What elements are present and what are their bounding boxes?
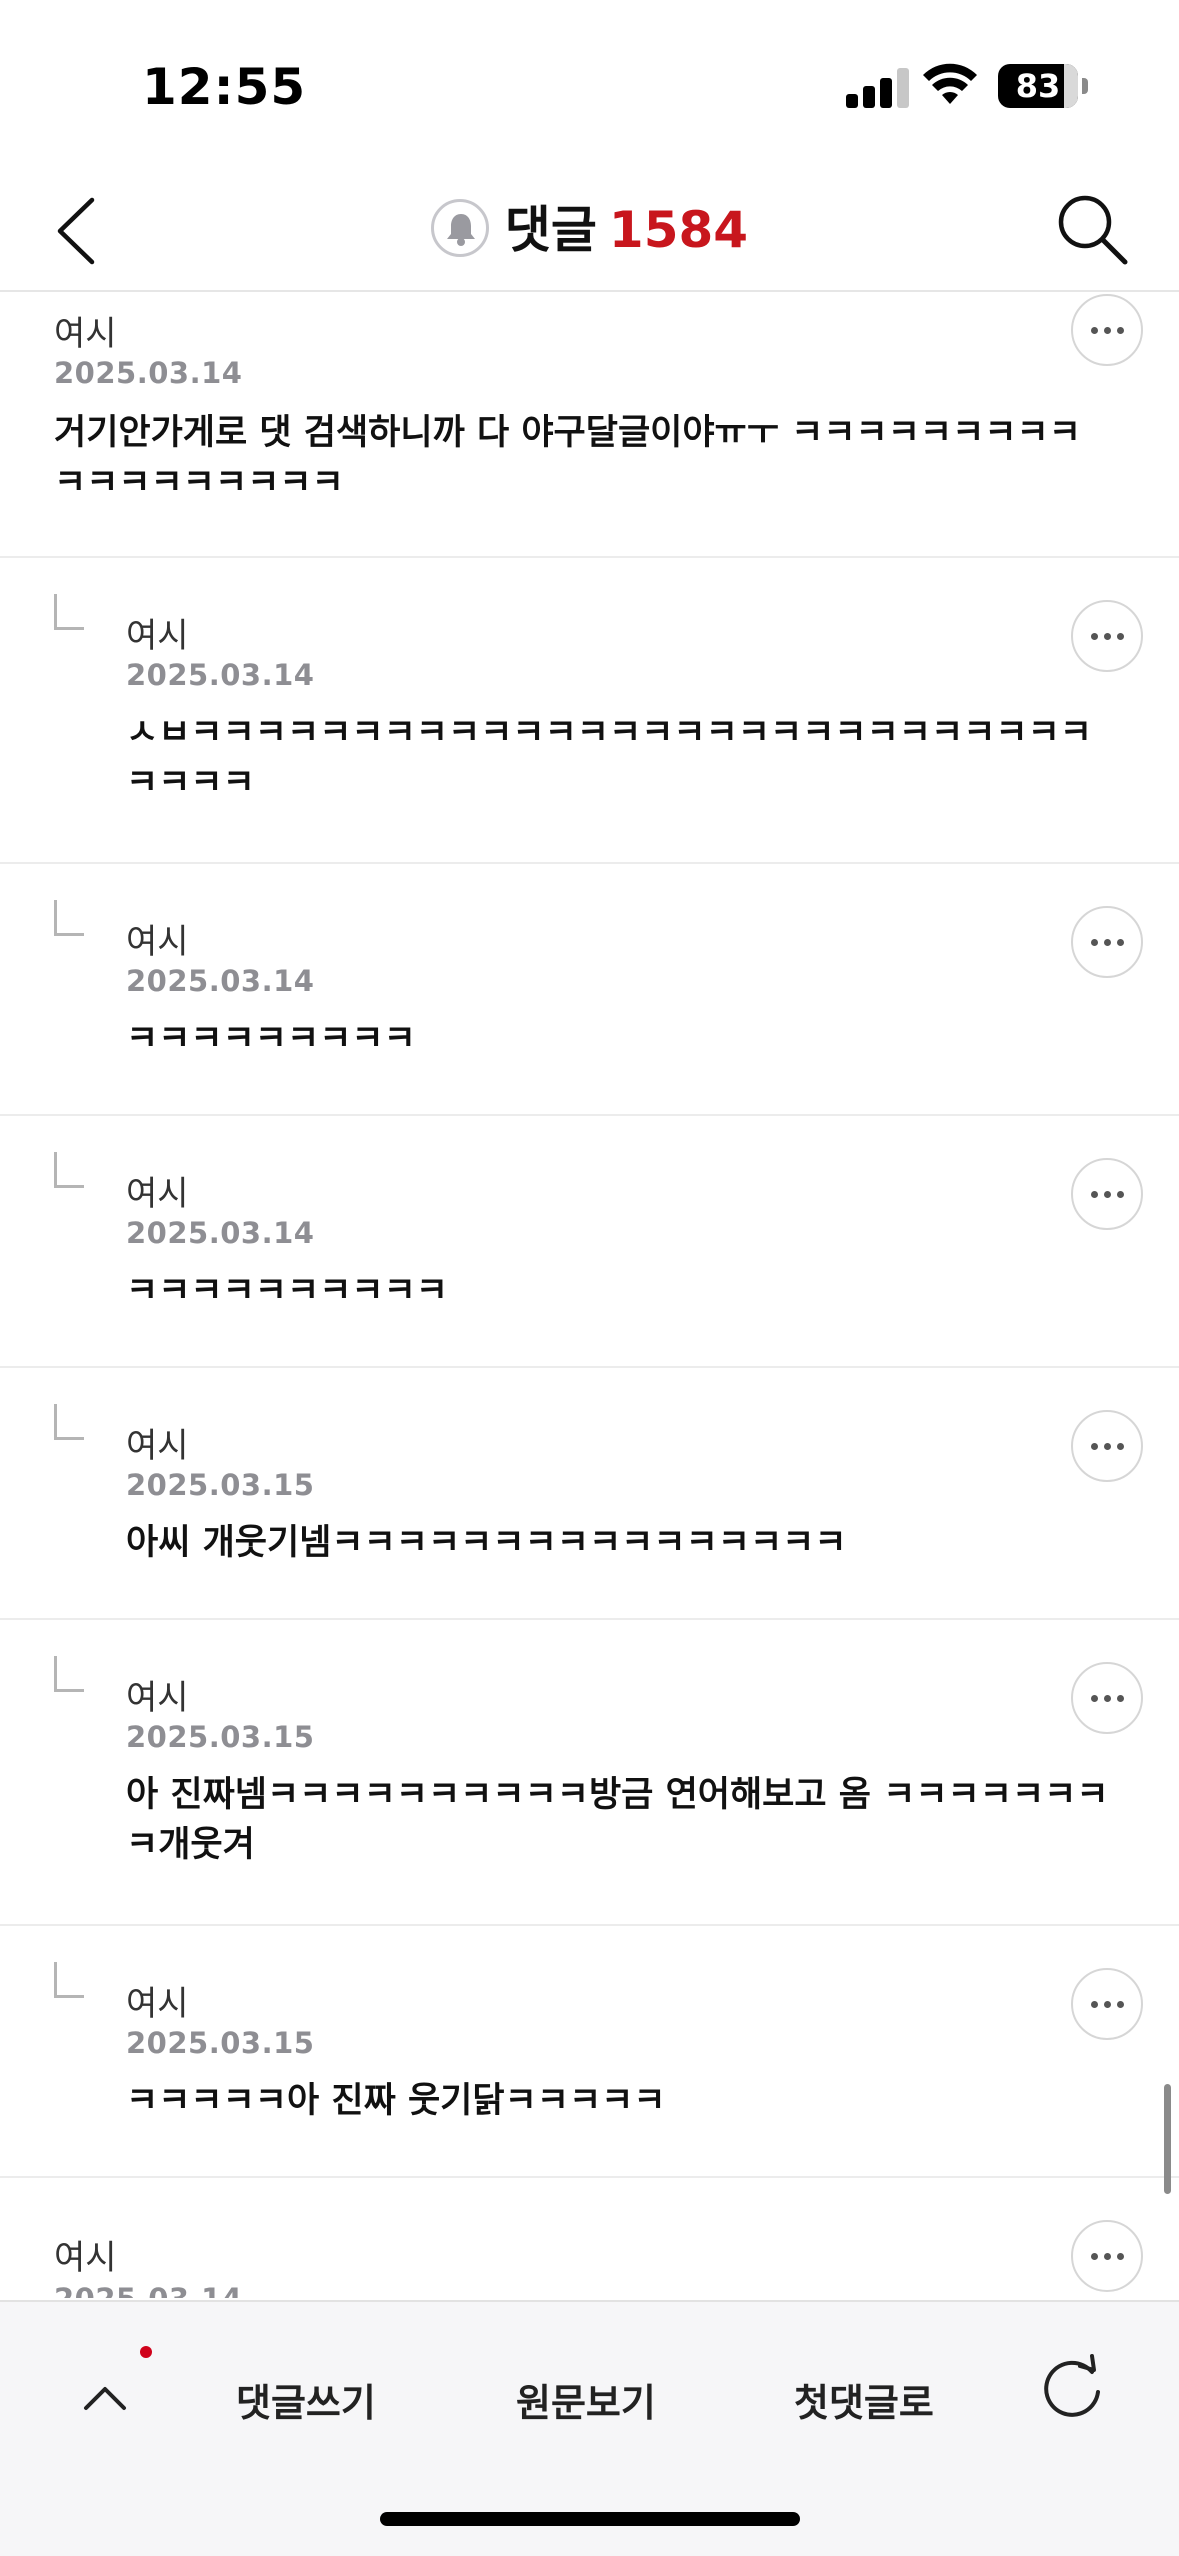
more-horizontal-icon [1090, 2000, 1098, 2008]
more-horizontal-icon [1090, 326, 1098, 334]
comment-more-button[interactable] [1071, 906, 1143, 978]
reply-indicator-icon [54, 594, 84, 630]
comment-text: ㅋㅋㅋㅋㅋㅋㅋㅋㅋㅋ [126, 1271, 449, 1311]
comment-more-button[interactable] [1071, 1410, 1143, 1482]
comment-author: 여시 [54, 314, 117, 354]
status-time: 12:55 [142, 58, 307, 116]
comment-text: 아씨 개웃기넴ㅋㅋㅋㅋㅋㅋㅋㅋㅋㅋㅋㅋㅋㅋㅋㅋ [126, 1523, 847, 1563]
comment-reply-item: 여시 2025.03.14 ㅋㅋㅋㅋㅋㅋㅋㅋㅋㅋ [0, 1116, 1179, 1368]
header-bar: 댓글 1584 [0, 170, 1179, 292]
comment-reply-item: 여시 2025.03.14 ㅋㅋㅋㅋㅋㅋㅋㅋㅋ [0, 864, 1179, 1116]
comment-item: 여시 2025.03.14 거기안가게로 댓 검색하니까 다 야구달글이야ㅠㅜ … [0, 294, 1179, 558]
view-original-button[interactable]: 원문보기 [516, 2372, 656, 2427]
notification-toggle[interactable] [430, 199, 489, 257]
comment-more-button[interactable] [1071, 600, 1143, 672]
search-icon [1058, 195, 1128, 265]
comment-text: ㅋㅋㅋㅋㅋㅋㅋㅋㅋ [126, 1019, 416, 1059]
comment-date: 2025.03.14 [54, 356, 243, 390]
comment-author: 여시 [126, 1678, 189, 1718]
notification-dot [140, 2346, 152, 2358]
comment-author: 여시 [126, 1426, 189, 1466]
comment-reply-item: 여시 2025.03.15 아씨 개웃기넴ㅋㅋㅋㅋㅋㅋㅋㅋㅋㅋㅋㅋㅋㅋㅋㅋ [0, 1368, 1179, 1620]
comment-item: 여시 2025.03.14 [0, 2178, 1179, 2298]
comment-date: 2025.03.14 [54, 2282, 242, 2298]
title-label: 댓글 [504, 201, 597, 259]
search-button[interactable] [1053, 190, 1133, 270]
comment-date: 2025.03.14 [126, 964, 315, 998]
comment-date: 2025.03.15 [126, 1720, 315, 1754]
comment-date: 2025.03.15 [126, 2026, 315, 2060]
comment-text: 아 진짜넴ㅋㅋㅋㅋㅋㅋㅋㅋㅋㅋ방금 연어해보고 옴 ㅋㅋㅋㅋㅋㅋㅋㅋ개웃겨 [126, 1775, 1109, 1865]
chevron-up-icon [84, 2387, 126, 2410]
cellular-signal-icon [846, 68, 910, 108]
wifi-icon [923, 63, 977, 104]
first-comment-button[interactable]: 첫댓글로 [794, 2372, 934, 2427]
refresh-button[interactable] [1040, 2352, 1106, 2422]
comment-text: ㅅㅂㅋㅋㅋㅋㅋㅋㅋㅋㅋㅋㅋㅋㅋㅋㅋㅋㅋㅋㅋㅋㅋㅋㅋㅋㅋㅋㅋㅋㅋㅋㅋㅋ [126, 713, 1093, 803]
reply-indicator-icon [54, 1152, 84, 1188]
comment-reply-item: 여시 2025.03.15 ㅋㅋㅋㅋㅋ아 진짜 웃기닭ㅋㅋㅋㅋㅋ [0, 1926, 1179, 2178]
more-horizontal-icon [1090, 632, 1098, 640]
comment-more-button[interactable] [1071, 1158, 1143, 1230]
reply-indicator-icon [54, 1404, 84, 1440]
home-indicator [380, 2512, 800, 2526]
bell-icon [446, 214, 475, 246]
reply-indicator-icon [54, 1656, 84, 1692]
comment-author: 여시 [54, 2238, 117, 2278]
more-horizontal-icon [1090, 1442, 1098, 1450]
more-horizontal-icon [1090, 938, 1098, 946]
more-horizontal-icon [1090, 1694, 1098, 1702]
comment-author: 여시 [126, 1984, 189, 2024]
comment-author: 여시 [126, 1174, 189, 1214]
more-horizontal-icon [1090, 1190, 1098, 1198]
comment-more-button[interactable] [1071, 2220, 1143, 2292]
refresh-icon [1044, 2354, 1100, 2417]
reply-indicator-icon [54, 1962, 84, 1998]
battery-indicator: 83 [998, 64, 1088, 108]
battery-level: 83 [1015, 67, 1061, 105]
reply-indicator-icon [54, 900, 84, 936]
page-title: 댓글 1584 [0, 192, 1179, 268]
write-comment-button[interactable]: 댓글쓰기 [236, 2372, 376, 2427]
comment-list[interactable]: 여시 2025.03.14 거기안가게로 댓 검색하니까 다 야구달글이야ㅠㅜ … [0, 294, 1179, 2298]
status-bar: 12:55 83 [0, 0, 1179, 170]
comment-more-button[interactable] [1071, 1968, 1143, 2040]
scroll-top-button[interactable] [70, 2362, 140, 2432]
comment-date: 2025.03.14 [126, 658, 315, 692]
comment-text: 거기안가게로 댓 검색하니까 다 야구달글이야ㅠㅜ ㅋㅋㅋㅋㅋㅋㅋㅋㅋㅋㅋㅋㅋㅋ… [54, 413, 1081, 503]
comment-reply-item: 여시 2025.03.15 아 진짜넴ㅋㅋㅋㅋㅋㅋㅋㅋㅋㅋ방금 연어해보고 옴 … [0, 1620, 1179, 1926]
comment-date: 2025.03.15 [126, 1468, 315, 1502]
comment-more-button[interactable] [1071, 1662, 1143, 1734]
more-horizontal-icon [1090, 2252, 1098, 2260]
comment-author: 여시 [126, 616, 189, 656]
comment-author: 여시 [126, 922, 189, 962]
comment-text: ㅋㅋㅋㅋㅋ아 진짜 웃기닭ㅋㅋㅋㅋㅋ [126, 2081, 666, 2121]
comment-reply-item: 여시 2025.03.14 ㅅㅂㅋㅋㅋㅋㅋㅋㅋㅋㅋㅋㅋㅋㅋㅋㅋㅋㅋㅋㅋㅋㅋㅋㅋㅋ… [0, 558, 1179, 864]
comment-count: 1584 [608, 201, 749, 259]
comment-date: 2025.03.14 [126, 1216, 315, 1250]
comment-more-button[interactable] [1071, 294, 1143, 366]
scroll-indicator[interactable] [1164, 2084, 1171, 2194]
